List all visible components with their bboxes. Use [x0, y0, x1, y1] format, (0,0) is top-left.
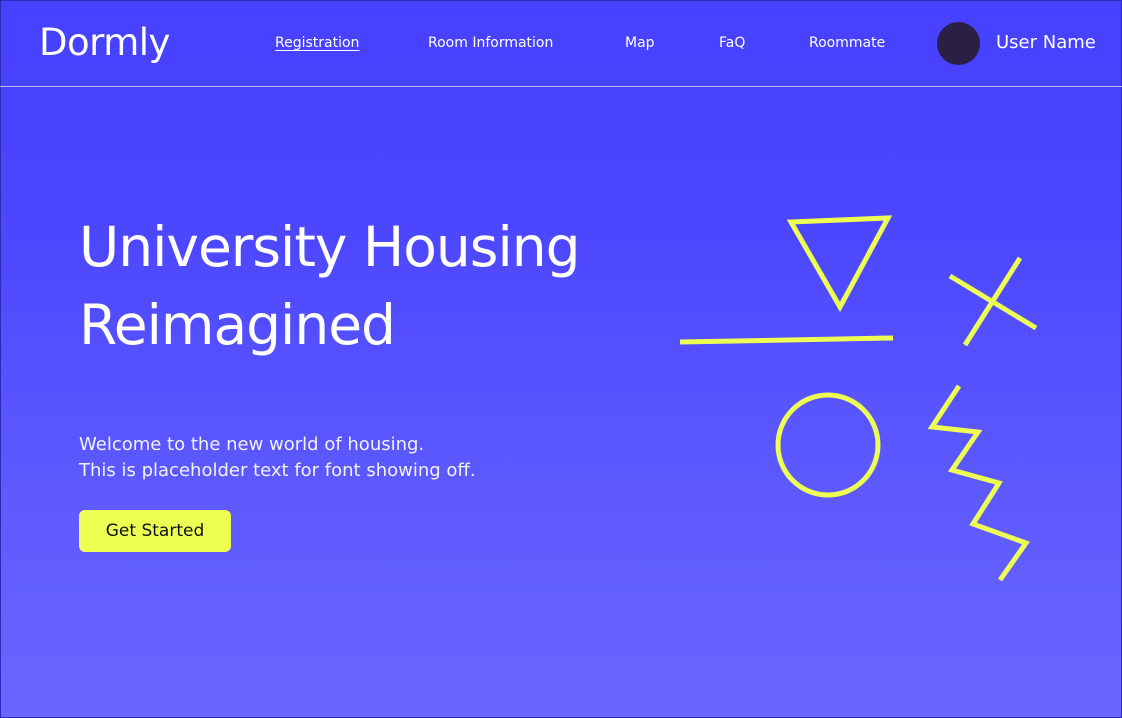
- get-started-button[interactable]: Get Started: [79, 510, 231, 552]
- triangle-shape: [786, 215, 893, 313]
- hero-description-line-2: This is placeholder text for font showin…: [79, 460, 476, 481]
- hero-title-line-1: University Housing: [79, 215, 581, 279]
- nav-registration[interactable]: Registration: [275, 34, 359, 52]
- cross-shape: [948, 256, 1038, 347]
- site-header: Dormly Registration Room Information Map…: [0, 0, 1122, 87]
- nav-roommate[interactable]: Roommate: [809, 34, 885, 52]
- hero-description-line-1: Welcome to the new world of housing.: [79, 434, 425, 455]
- decorative-shapes: [679, 215, 1038, 582]
- user-name[interactable]: User Name: [996, 32, 1096, 54]
- hero-title: University Housing Reimagined: [79, 208, 719, 364]
- nav-room-information[interactable]: Room Information: [428, 34, 553, 52]
- hero-title-line-2: Reimagined: [79, 293, 396, 357]
- nav-faq[interactable]: FaQ: [719, 34, 745, 52]
- nav-map[interactable]: Map: [625, 34, 655, 52]
- avatar[interactable]: [937, 22, 980, 65]
- circle-shape: [775, 392, 881, 498]
- line-shape: [679, 335, 894, 345]
- zigzag-shape: [927, 384, 1030, 582]
- logo[interactable]: Dormly: [39, 20, 170, 66]
- hero-description: Welcome to the new world of housing. Thi…: [79, 432, 476, 484]
